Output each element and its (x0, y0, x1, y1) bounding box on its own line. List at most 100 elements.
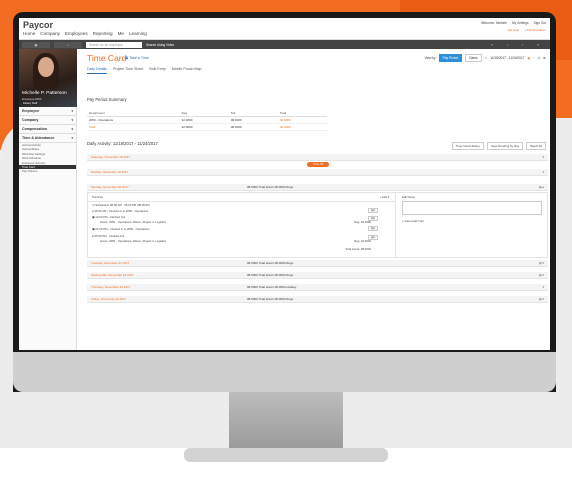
nav-learning[interactable]: Learning (129, 31, 147, 36)
event-hours: Hours: 2050 - Operations, Allison, Proje… (100, 220, 167, 224)
day-label: Saturday, November 18 2017 (91, 155, 130, 159)
summary-cell: 08.0000 (228, 123, 278, 131)
day-actions-icon[interactable]: ▤ ▾ (539, 260, 544, 267)
employee-tag: Dietary Staff (22, 102, 39, 105)
punch-menu-button[interactable]: ▤▾ (368, 208, 378, 213)
audit-trail-link[interactable]: + View Audit Trail (402, 219, 424, 223)
tab-daily-details[interactable]: Daily Details (87, 67, 107, 74)
settings-gear-icon[interactable]: ⚙ (543, 56, 546, 60)
video-learning-link[interactable]: Search Using Video (146, 43, 174, 47)
day-label: Sunday, November 19 2017 (91, 170, 129, 174)
settings-link[interactable]: My Settings (512, 21, 529, 25)
divider (88, 201, 396, 202)
chevron-down-icon[interactable]: ▾ (542, 154, 544, 161)
day-detail-panel: Punches + Add ▾ ◷ Scheduled: 08:00 AM - … (87, 192, 548, 258)
day-actions-icon[interactable]: ▤ ▾ (539, 272, 544, 279)
summary-cell: 40.0000 (277, 116, 327, 124)
punch-menu-button[interactable]: ▤▾ (368, 226, 378, 231)
take-time-link[interactable]: ▣ Take a Time (125, 56, 149, 60)
calendar-icon[interactable]: ▣ (528, 56, 531, 60)
day-label: Friday, November 24 2017 (91, 297, 127, 301)
tab-mobile-punch-map[interactable]: Mobile Punch Map (172, 67, 202, 74)
tab-project-time-sheet[interactable]: Project Time Sheet (113, 67, 143, 74)
nav-reporting[interactable]: Reporting (93, 31, 113, 36)
sidebar-item-pay-policies[interactable]: Pay Policies (19, 169, 76, 173)
event-text: 05:00 PM - Clocked Out (94, 234, 125, 238)
view-pending-button[interactable]: View Pending by Day (486, 142, 524, 150)
nav-employees[interactable]: Employees (65, 31, 88, 36)
employee-name: Michelle P. Patterson (22, 91, 67, 96)
sign-out-link[interactable]: Sign Out (534, 21, 546, 25)
pay-period-summary-heading: Pay Period Summary (87, 97, 127, 102)
table-row: Total 32.0000 08.0000 40.0000 (87, 123, 327, 131)
day-total: 08.0000 Total Hours 08.0000 Regs (247, 297, 294, 301)
batch-all-button[interactable]: Batch All (526, 142, 546, 150)
day-label: Monday, November 20 2017 (91, 185, 129, 189)
sidebar-section-time-attendance[interactable]: Time & Attendance (19, 134, 76, 143)
employee-search-input[interactable]: Search for an employee (86, 41, 142, 48)
back-icon[interactable]: ‹ (507, 43, 508, 47)
fast-forward-icon[interactable]: » (537, 43, 539, 47)
notes-textarea[interactable] (402, 201, 542, 215)
user-links: Welcome, Michele My Settings Sign Out (481, 21, 546, 25)
event-text: 01:00 PM - Clocked In to 2050 - Operatio… (95, 227, 150, 231)
day-total: 08.0000 Total Hours 08.0000 Regs (247, 185, 294, 189)
sidebar-section-compensation[interactable]: Compensation (19, 125, 76, 134)
day-row[interactable]: Saturday, November 18 2017 ▾ (87, 154, 548, 161)
day-total: 08.0000 Total Hours 08.0000 Regs (247, 261, 294, 265)
prev-period-icon[interactable]: ✕ (485, 56, 488, 60)
edit-notes-label: Edit Notes (402, 195, 415, 199)
sidebar-section-employee[interactable]: Employee (19, 107, 76, 116)
next-period-icon[interactable]: › (534, 56, 535, 60)
rewind-icon[interactable]: « (491, 43, 493, 47)
day-row[interactable]: Friday, November 24 2017 08.0000 Total H… (87, 296, 548, 303)
photo-face (38, 57, 54, 77)
day-actions-icon[interactable]: ▤ ▾ (539, 296, 544, 303)
employee-id: Employee #103 (22, 97, 42, 101)
sidebar: Michelle P. Patterson Employee #103 Diet… (19, 49, 77, 350)
monitor-chin (13, 352, 556, 392)
punch-menu-button[interactable]: ▤▾ (368, 235, 378, 240)
day-row[interactable]: Wednesday, November 22 2017 08.0000 Tota… (87, 272, 548, 279)
page-title: Time Card (87, 53, 127, 63)
day-label: Wednesday, November 22 2017 (91, 273, 134, 277)
stage: Paycor Home Company Employees Reporting … (0, 0, 572, 479)
get-help-link[interactable]: Get Help (507, 28, 519, 32)
day-row[interactable]: Tuesday, November 21 2017 08.0000 Total … (87, 260, 548, 267)
chevron-down-icon[interactable]: ▾ (542, 284, 544, 291)
main-nav: Home Company Employees Reporting Me Lear… (23, 31, 147, 36)
grid-icon[interactable]: ▦ (22, 41, 50, 48)
print-icon[interactable]: ⎙ (538, 56, 541, 60)
forward-icon[interactable]: › (522, 43, 523, 47)
top-bar: Paycor Home Company Employees Reporting … (19, 18, 550, 40)
nav-me[interactable]: Me (118, 31, 124, 36)
paycor-logo[interactable]: Paycor (23, 20, 53, 30)
day-total: 08.0000 Total Hours 08.0000 Holiday (247, 285, 297, 289)
tab-bulk-entry[interactable]: Bulk Entry (149, 67, 165, 74)
time-card-history-button[interactable]: Time Card History (451, 142, 484, 150)
event-text: 08:00 AM - Clocked In to 2050 - Operatio… (94, 209, 149, 213)
sidebar-section-company[interactable]: Company (19, 116, 76, 125)
summary-cell: 08.0000 (228, 116, 278, 124)
help-dropdown-link[interactable]: Help Dropdown (525, 28, 546, 32)
nav-home[interactable]: Home (23, 31, 35, 36)
toolbar: ▦ ⌕ Search for an employee Search Using … (19, 40, 550, 49)
event-clock-out: ▣ 12:00 PM - Clocked Out (92, 215, 126, 219)
welcome-link[interactable]: Welcome, Michele (481, 21, 507, 25)
day-actions-icon[interactable]: ▤ ▴ (539, 184, 544, 191)
view-by-pay-period[interactable]: Pay Period (438, 54, 463, 62)
employee-photo: Michelle P. Patterson Employee #103 Diet… (19, 49, 77, 107)
add-punch-button[interactable]: + Add ▾ (380, 195, 389, 199)
chevron-down-icon[interactable]: ▾ (542, 169, 544, 176)
filter-icon[interactable]: ⌕ (54, 41, 82, 48)
day-row[interactable]: Thursday, November 23 2017 08.0000 Total… (87, 284, 548, 291)
view-by-label: View by (424, 56, 436, 60)
event-text: Scheduled: 08:00 AM - 05:00 PM (08:00/00… (95, 203, 150, 207)
nav-company[interactable]: Company (40, 31, 60, 36)
time-off-chip[interactable]: Time Off (307, 162, 329, 167)
punch-menu-button[interactable]: ▤▾ (368, 216, 378, 221)
view-by-dates[interactable]: Dates (465, 54, 482, 62)
day-row[interactable]: Sunday, November 19 2017 ▾ (87, 169, 548, 176)
help-links: Get Help Help Dropdown (507, 28, 546, 32)
day-row[interactable]: Monday, November 20 2017 08.0000 Total H… (87, 184, 548, 191)
